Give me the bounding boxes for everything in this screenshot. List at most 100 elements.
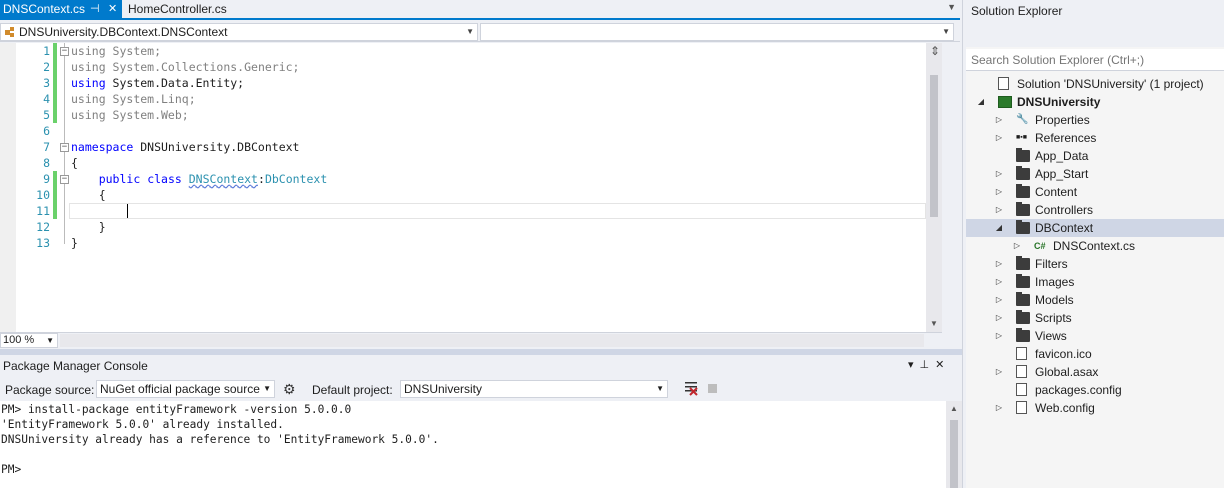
collapsed-arrow-icon[interactable]: ▷ (994, 165, 1004, 183)
collapsed-arrow-icon[interactable]: ▷ (994, 129, 1004, 147)
solution-search-input[interactable] (971, 52, 1211, 68)
code-line[interactable]: 4 using System.Linq; (0, 91, 926, 107)
package-source-select[interactable]: NuGet official package source ▼ (96, 380, 275, 398)
collapsed-arrow-icon[interactable]: ▷ (994, 255, 1004, 273)
panel-controls: ▾⊥✕ (908, 358, 950, 371)
tree-item[interactable]: ▷ App_Start (966, 165, 1224, 183)
scroll-up-icon[interactable]: ▲ (950, 404, 958, 413)
tree-item[interactable]: ▷ Global.asax (966, 363, 1224, 381)
tree-item[interactable]: ▷ Web.config (966, 399, 1224, 417)
code-line[interactable]: 9 − public class DNSContext:DbContext (0, 171, 926, 187)
tree-item[interactable]: App_Data (966, 147, 1224, 165)
code-line[interactable]: 2 using System.Collections.Generic; (0, 59, 926, 75)
gear-icon[interactable]: ⚙ (283, 381, 296, 398)
code-line[interactable]: 10 { (0, 187, 926, 203)
tree-item-label: Web.config (1035, 401, 1095, 415)
pin-icon[interactable]: ⊥ (920, 359, 936, 371)
config-file-icon (1016, 383, 1027, 396)
editor-scroll-thumb[interactable] (930, 75, 938, 217)
code-line[interactable]: 12 } (0, 219, 926, 235)
tree-item[interactable]: ▷ Models (966, 291, 1224, 309)
tree-item[interactable]: ▷ Images (966, 273, 1224, 291)
code-line[interactable]: 11 (0, 203, 926, 219)
code-token: System.Data.Entity; (105, 76, 245, 90)
code-line[interactable]: 6 (0, 123, 926, 139)
change-indicator (53, 107, 57, 123)
pin-icon[interactable]: ⊣ (90, 0, 100, 18)
zoom-level-select[interactable]: 100 % ▼ (0, 333, 58, 348)
code-line[interactable]: 1 − using System; (0, 43, 926, 59)
code-token: : (258, 172, 265, 186)
collapsed-arrow-icon[interactable]: ▷ (994, 291, 1004, 309)
line-number: 2 (43, 60, 50, 74)
close-icon[interactable]: ✕ (108, 0, 117, 18)
tree-item[interactable]: ◢ DNSUniversity (966, 93, 1224, 111)
tree-item[interactable]: favicon.ico (966, 345, 1224, 363)
tree-item[interactable]: ▷ Controllers (966, 201, 1224, 219)
collapsed-arrow-icon[interactable]: ▷ (994, 309, 1004, 327)
code-line[interactable]: 7 − namespace DNSUniversity.DBContext (0, 139, 926, 155)
chevron-down-icon[interactable]: ▼ (947, 2, 956, 12)
image-file-icon (1016, 347, 1027, 360)
console-scroll-thumb[interactable] (950, 420, 958, 488)
tree-item[interactable]: ▷ Views (966, 327, 1224, 345)
member-selector[interactable]: ▼ (480, 23, 954, 41)
tree-item[interactable]: packages.config (966, 381, 1224, 399)
collapse-icon[interactable]: − (60, 143, 69, 152)
tree-item[interactable]: Solution 'DNSUniversity' (1 project) (966, 75, 1224, 93)
tree-item[interactable]: ▷ 🔧 Properties (966, 111, 1224, 129)
change-indicator (53, 171, 57, 187)
code-line[interactable]: 5 using System.Web; (0, 107, 926, 123)
stop-icon[interactable] (708, 384, 717, 393)
expanded-arrow-icon[interactable]: ◢ (994, 219, 1004, 237)
tree-item[interactable]: ▷ Scripts (966, 309, 1224, 327)
collapsed-arrow-icon[interactable]: ▷ (1012, 237, 1022, 255)
code-line[interactable]: 8{ (0, 155, 926, 171)
code-line[interactable]: 13} (0, 235, 926, 251)
collapsed-arrow-icon[interactable]: ▷ (994, 399, 1004, 417)
split-icon[interactable]: ⇕ (930, 44, 940, 58)
console-output[interactable]: PM> install-package entityFramework -ver… (0, 401, 946, 488)
code-token: System.Web; (105, 108, 189, 122)
tree-item[interactable]: ▷ ■▪■ References (966, 129, 1224, 147)
expanded-arrow-icon[interactable]: ◢ (976, 93, 986, 111)
code-text: } (71, 219, 106, 235)
default-project-select[interactable]: DNSUniversity ▼ (400, 380, 668, 398)
scroll-down-icon[interactable]: ▼ (930, 319, 938, 328)
csharp-file-icon: C# (1034, 241, 1046, 251)
chevron-down-icon[interactable]: ▾ (908, 359, 920, 371)
close-icon[interactable]: ✕ (935, 359, 950, 371)
clear-console-icon[interactable] (684, 380, 698, 396)
tab-dnscontext[interactable]: DNSContext.cs ⊣ ✕ (0, 0, 122, 18)
folder-icon (1016, 292, 1030, 306)
collapsed-arrow-icon[interactable]: ▷ (994, 327, 1004, 345)
tree-item-label: App_Data (1035, 149, 1089, 163)
code-token: using (71, 108, 106, 122)
tree-item-label: Global.asax (1035, 365, 1099, 379)
solution-icon (998, 77, 1009, 90)
tree-item[interactable]: ▷ Content (966, 183, 1224, 201)
collapsed-arrow-icon[interactable]: ▷ (994, 201, 1004, 219)
tree-item[interactable]: ◢ DBContext (966, 219, 1224, 237)
code-token: { (71, 188, 106, 202)
code-token: } (71, 220, 106, 234)
tab-homecontroller[interactable]: HomeController.cs (125, 0, 235, 18)
tree-item[interactable]: ▷ Filters (966, 255, 1224, 273)
tree-item[interactable]: ▷ C# DNSContext.cs (966, 237, 1224, 255)
collapse-icon[interactable]: − (60, 175, 69, 184)
tab-label: DNSContext.cs (3, 2, 86, 16)
editor-horizontal-scrollbar[interactable] (60, 334, 924, 347)
collapsed-arrow-icon[interactable]: ▷ (994, 111, 1004, 129)
console-prompt[interactable]: PM> (1, 462, 21, 477)
collapsed-arrow-icon[interactable]: ▷ (994, 273, 1004, 291)
line-number: 6 (43, 124, 50, 138)
code-editor[interactable]: 1− using System; 2 using System.Collections… (0, 43, 942, 332)
collapse-icon[interactable]: − (60, 47, 69, 56)
folder-icon (1016, 328, 1030, 342)
code-line[interactable]: 3 using System.Data.Entity; (0, 75, 926, 91)
line-number: 13 (36, 236, 50, 250)
collapsed-arrow-icon[interactable]: ▷ (994, 183, 1004, 201)
collapsed-arrow-icon[interactable]: ▷ (994, 363, 1004, 381)
type-selector[interactable]: DNSUniversity.DBContext.DNSContext ▼ (0, 23, 478, 41)
tree-item-label: Scripts (1035, 311, 1072, 325)
